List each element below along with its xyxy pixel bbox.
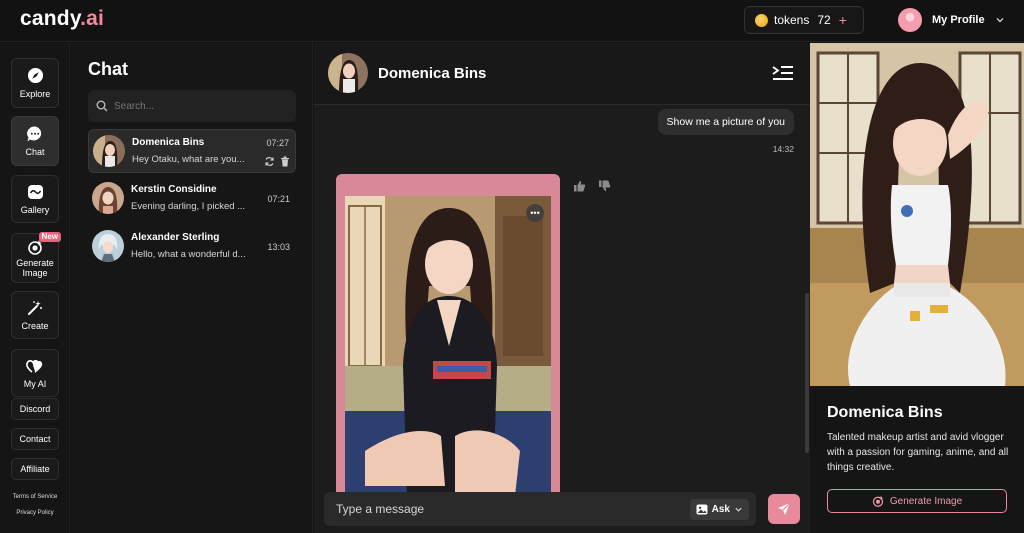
conversation-time: 13:03	[267, 242, 290, 252]
chevron-down-icon	[996, 18, 1004, 23]
magic-wand-icon	[26, 299, 44, 317]
nav-create[interactable]: Create	[11, 291, 59, 339]
nav-chat[interactable]: Chat	[11, 116, 59, 166]
compass-icon	[26, 67, 44, 85]
add-tokens-button[interactable]: +	[839, 12, 847, 28]
coin-icon	[755, 13, 768, 27]
avatar	[898, 8, 922, 32]
conversation-time: 07:27	[266, 138, 289, 148]
send-icon	[778, 502, 791, 515]
nav-my-ai[interactable]: My AI	[11, 349, 59, 397]
avatar	[93, 135, 125, 167]
avatar	[92, 230, 124, 262]
chat-pane: Domenica Bins Show me a picture of you 1…	[314, 43, 810, 533]
chat-bubble-icon	[26, 125, 44, 143]
nav-label: My AI	[23, 378, 47, 389]
send-button[interactable]	[768, 494, 800, 524]
nav-explore[interactable]: Explore	[11, 58, 59, 108]
conversation-time: 07:21	[267, 194, 290, 204]
privacy-link[interactable]: Privacy Policy	[0, 510, 70, 516]
conversation-item[interactable]: Kerstin Considine Evening darling, I pic…	[88, 177, 296, 221]
top-bar: candy.ai tokens 72 + My Profile	[0, 0, 1024, 42]
conversation-item[interactable]: Alexander Sterling Hello, what a wonderf…	[88, 225, 296, 269]
character-name: Domenica Bins	[827, 404, 943, 421]
character-profile-panel: Domenica Bins Talented makeup artist and…	[810, 43, 1024, 533]
terms-link[interactable]: Terms of Service	[0, 494, 70, 500]
avatar[interactable]	[328, 53, 368, 93]
tokens-widget[interactable]: tokens 72 +	[744, 6, 864, 34]
search-input[interactable]	[114, 100, 284, 112]
chevron-down-icon	[735, 507, 742, 512]
chat-scrollbar[interactable]	[805, 293, 809, 453]
hearts-icon	[26, 357, 44, 375]
conversation-name: Domenica Bins	[132, 137, 205, 148]
conversation-item[interactable]: Domenica Bins Hey Otaku, what are you...…	[88, 129, 296, 173]
character-info: Domenica Bins Talented makeup artist and…	[810, 386, 1024, 533]
tokens-count: 72	[817, 13, 831, 27]
new-badge: New	[38, 232, 61, 243]
nav-label: Gallery	[20, 204, 50, 215]
generate-image-button[interactable]: Generate Image	[827, 489, 1007, 513]
discord-link[interactable]: Discord	[11, 398, 59, 420]
conversation-name: Alexander Sterling	[131, 232, 220, 243]
character-portrait[interactable]	[810, 43, 1024, 386]
profile-label: My Profile	[932, 14, 985, 26]
generate-image-label: Generate Image	[889, 495, 963, 507]
app-root: candy.ai tokens 72 + My Profile Explore …	[0, 0, 1024, 533]
nav-label: Chat	[25, 146, 45, 157]
conversation-preview: Hey Otaku, what are you...	[132, 154, 245, 165]
collapse-panel-icon[interactable]	[772, 65, 794, 81]
ai-image-message[interactable]: •••	[336, 174, 560, 499]
message-bubble-user: Show me a picture of you	[657, 109, 794, 135]
character-description: Talented makeup artist and avid vlogger …	[827, 432, 1009, 473]
search-icon	[96, 100, 108, 112]
chat-list-panel: Chat Domenica Bins Hey Otaku, what are y…	[71, 43, 313, 533]
message-time: 14:32	[772, 144, 794, 154]
search-box[interactable]	[88, 90, 296, 122]
message-input[interactable]	[336, 502, 676, 516]
logo[interactable]: candy.ai	[20, 7, 104, 31]
tokens-label: tokens	[774, 13, 810, 27]
ask-dropdown[interactable]: Ask	[689, 499, 749, 520]
affiliate-link[interactable]: Affiliate	[11, 458, 59, 480]
conversation-name: Kerstin Considine	[131, 184, 217, 195]
chat-contact-name: Domenica Bins	[378, 65, 487, 82]
more-options-icon[interactable]: •••	[526, 204, 544, 222]
refresh-icon[interactable]	[264, 156, 275, 167]
nav-label: Create	[21, 320, 49, 331]
nav-label: Explore	[19, 88, 51, 99]
logo-name: candy	[20, 7, 81, 30]
message-composer: Ask	[324, 492, 756, 526]
thumbs-down-icon[interactable]	[598, 180, 611, 192]
nav-generate-image[interactable]: New Generate Image	[11, 232, 61, 283]
nav-label: Generate Image	[16, 258, 54, 278]
gallery-icon	[26, 183, 44, 201]
generated-image	[345, 196, 551, 496]
conversation-preview: Hello, what a wonderful d...	[131, 249, 246, 260]
ask-label: Ask	[711, 504, 730, 515]
nav-gallery[interactable]: Gallery	[11, 175, 59, 223]
logo-suffix: .ai	[80, 7, 105, 30]
sparkle-target-icon	[872, 495, 884, 507]
thumbs-up-icon[interactable]	[573, 180, 586, 192]
contact-link[interactable]: Contact	[11, 428, 59, 450]
trash-icon[interactable]	[280, 156, 290, 167]
chat-list-title: Chat	[88, 59, 128, 79]
chat-header: Domenica Bins	[314, 43, 810, 105]
conversation-preview: Evening darling, I picked ...	[131, 201, 246, 212]
avatar	[92, 182, 124, 214]
image-icon	[696, 504, 708, 515]
profile-menu[interactable]: My Profile	[898, 8, 1005, 32]
left-nav-rail: Explore Chat Gallery New Generate Image …	[0, 43, 70, 533]
